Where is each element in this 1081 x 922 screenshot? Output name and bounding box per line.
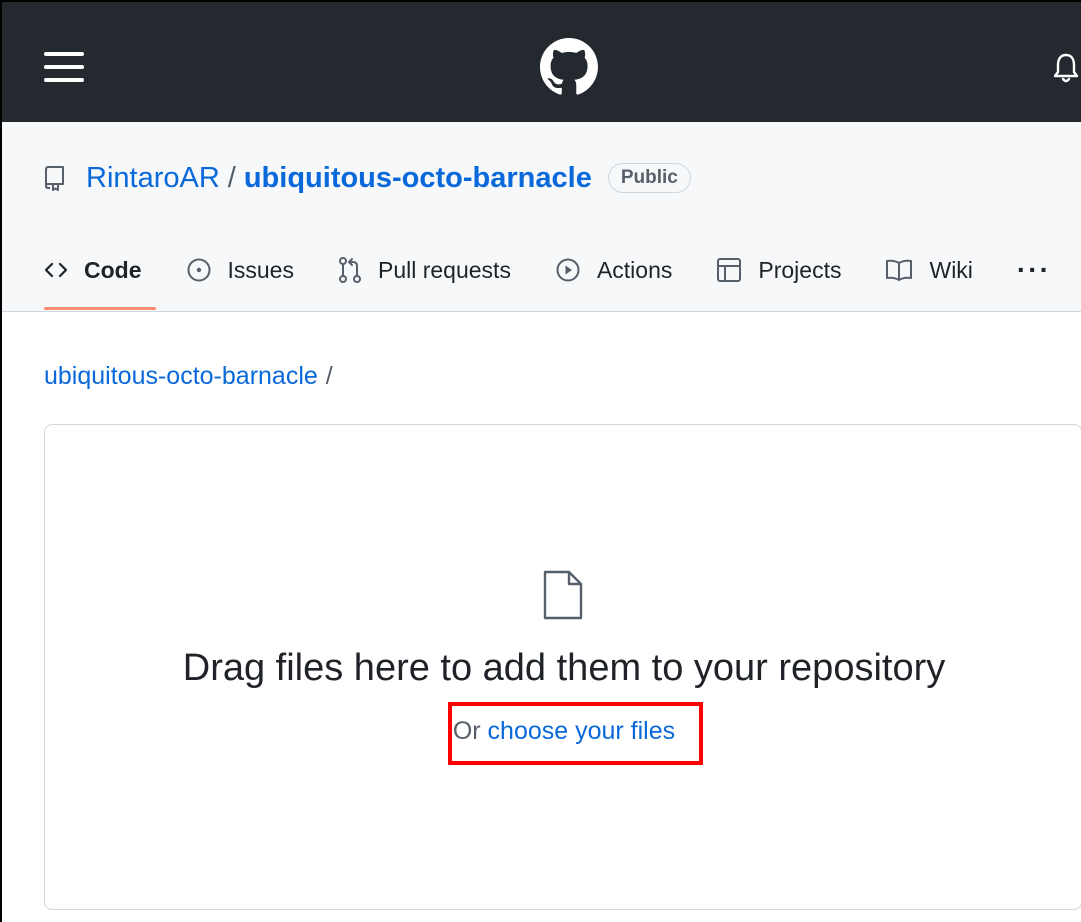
drop-zone-title: Drag files here to add them to your repo… — [182, 647, 946, 689]
repo-title: RintaroAR / ubiquitous-octo-barnacle Pub… — [44, 158, 691, 198]
bell-icon[interactable] — [1052, 52, 1080, 84]
play-icon — [556, 258, 580, 282]
tab-wiki[interactable]: Wiki — [885, 250, 973, 290]
drop-zone-subtitle: Or choose your files — [45, 717, 1081, 746]
issue-opened-icon — [187, 258, 210, 282]
repository-header: RintaroAR / ubiquitous-octo-barnacle Pub… — [2, 122, 1081, 312]
tab-pull-requests[interactable]: Pull requests — [338, 250, 511, 290]
tab-code[interactable]: Code — [44, 250, 155, 310]
repo-owner-link[interactable]: RintaroAR — [86, 162, 220, 195]
choose-files-link[interactable]: choose your files — [488, 717, 676, 745]
repo-name-link[interactable]: ubiquitous-octo-barnacle — [244, 162, 592, 195]
breadcrumb: ubiquitous-octo-barnacle / — [44, 362, 333, 391]
global-header — [2, 2, 1081, 122]
tab-actions[interactable]: Actions — [555, 250, 672, 290]
repo-nav-tabs: Code Issues Pull requests Actions Projec… — [44, 250, 1051, 312]
git-pull-request-icon — [338, 257, 361, 283]
file-icon — [543, 570, 583, 620]
code-icon — [44, 262, 68, 278]
more-tabs-button[interactable]: ··· — [1017, 250, 1051, 290]
file-drop-zone[interactable]: Drag files here to add them to your repo… — [44, 424, 1081, 910]
drop-zone-or-text: Or — [452, 717, 488, 745]
page-frame: RintaroAR / ubiquitous-octo-barnacle Pub… — [0, 0, 1081, 922]
tab-issues[interactable]: Issues — [186, 250, 294, 290]
breadcrumb-repo-link[interactable]: ubiquitous-octo-barnacle — [44, 362, 318, 390]
repo-path-separator: / — [227, 161, 236, 194]
tab-issues-label: Issues — [227, 256, 294, 283]
tab-projects-label: Projects — [758, 256, 842, 283]
github-logo-icon[interactable] — [540, 38, 598, 96]
hamburger-menu-icon[interactable] — [44, 48, 86, 84]
tab-pull-requests-label: Pull requests — [377, 256, 511, 283]
table-icon — [717, 258, 742, 282]
tab-projects[interactable]: Projects — [716, 250, 841, 290]
tab-code-label: Code — [84, 256, 142, 283]
visibility-badge: Public — [607, 163, 691, 193]
tab-actions-label: Actions — [596, 256, 673, 283]
tab-wiki-label: Wiki — [929, 256, 973, 283]
book-icon — [886, 259, 913, 281]
breadcrumb-separator: / — [325, 362, 333, 390]
repo-icon — [45, 166, 64, 191]
